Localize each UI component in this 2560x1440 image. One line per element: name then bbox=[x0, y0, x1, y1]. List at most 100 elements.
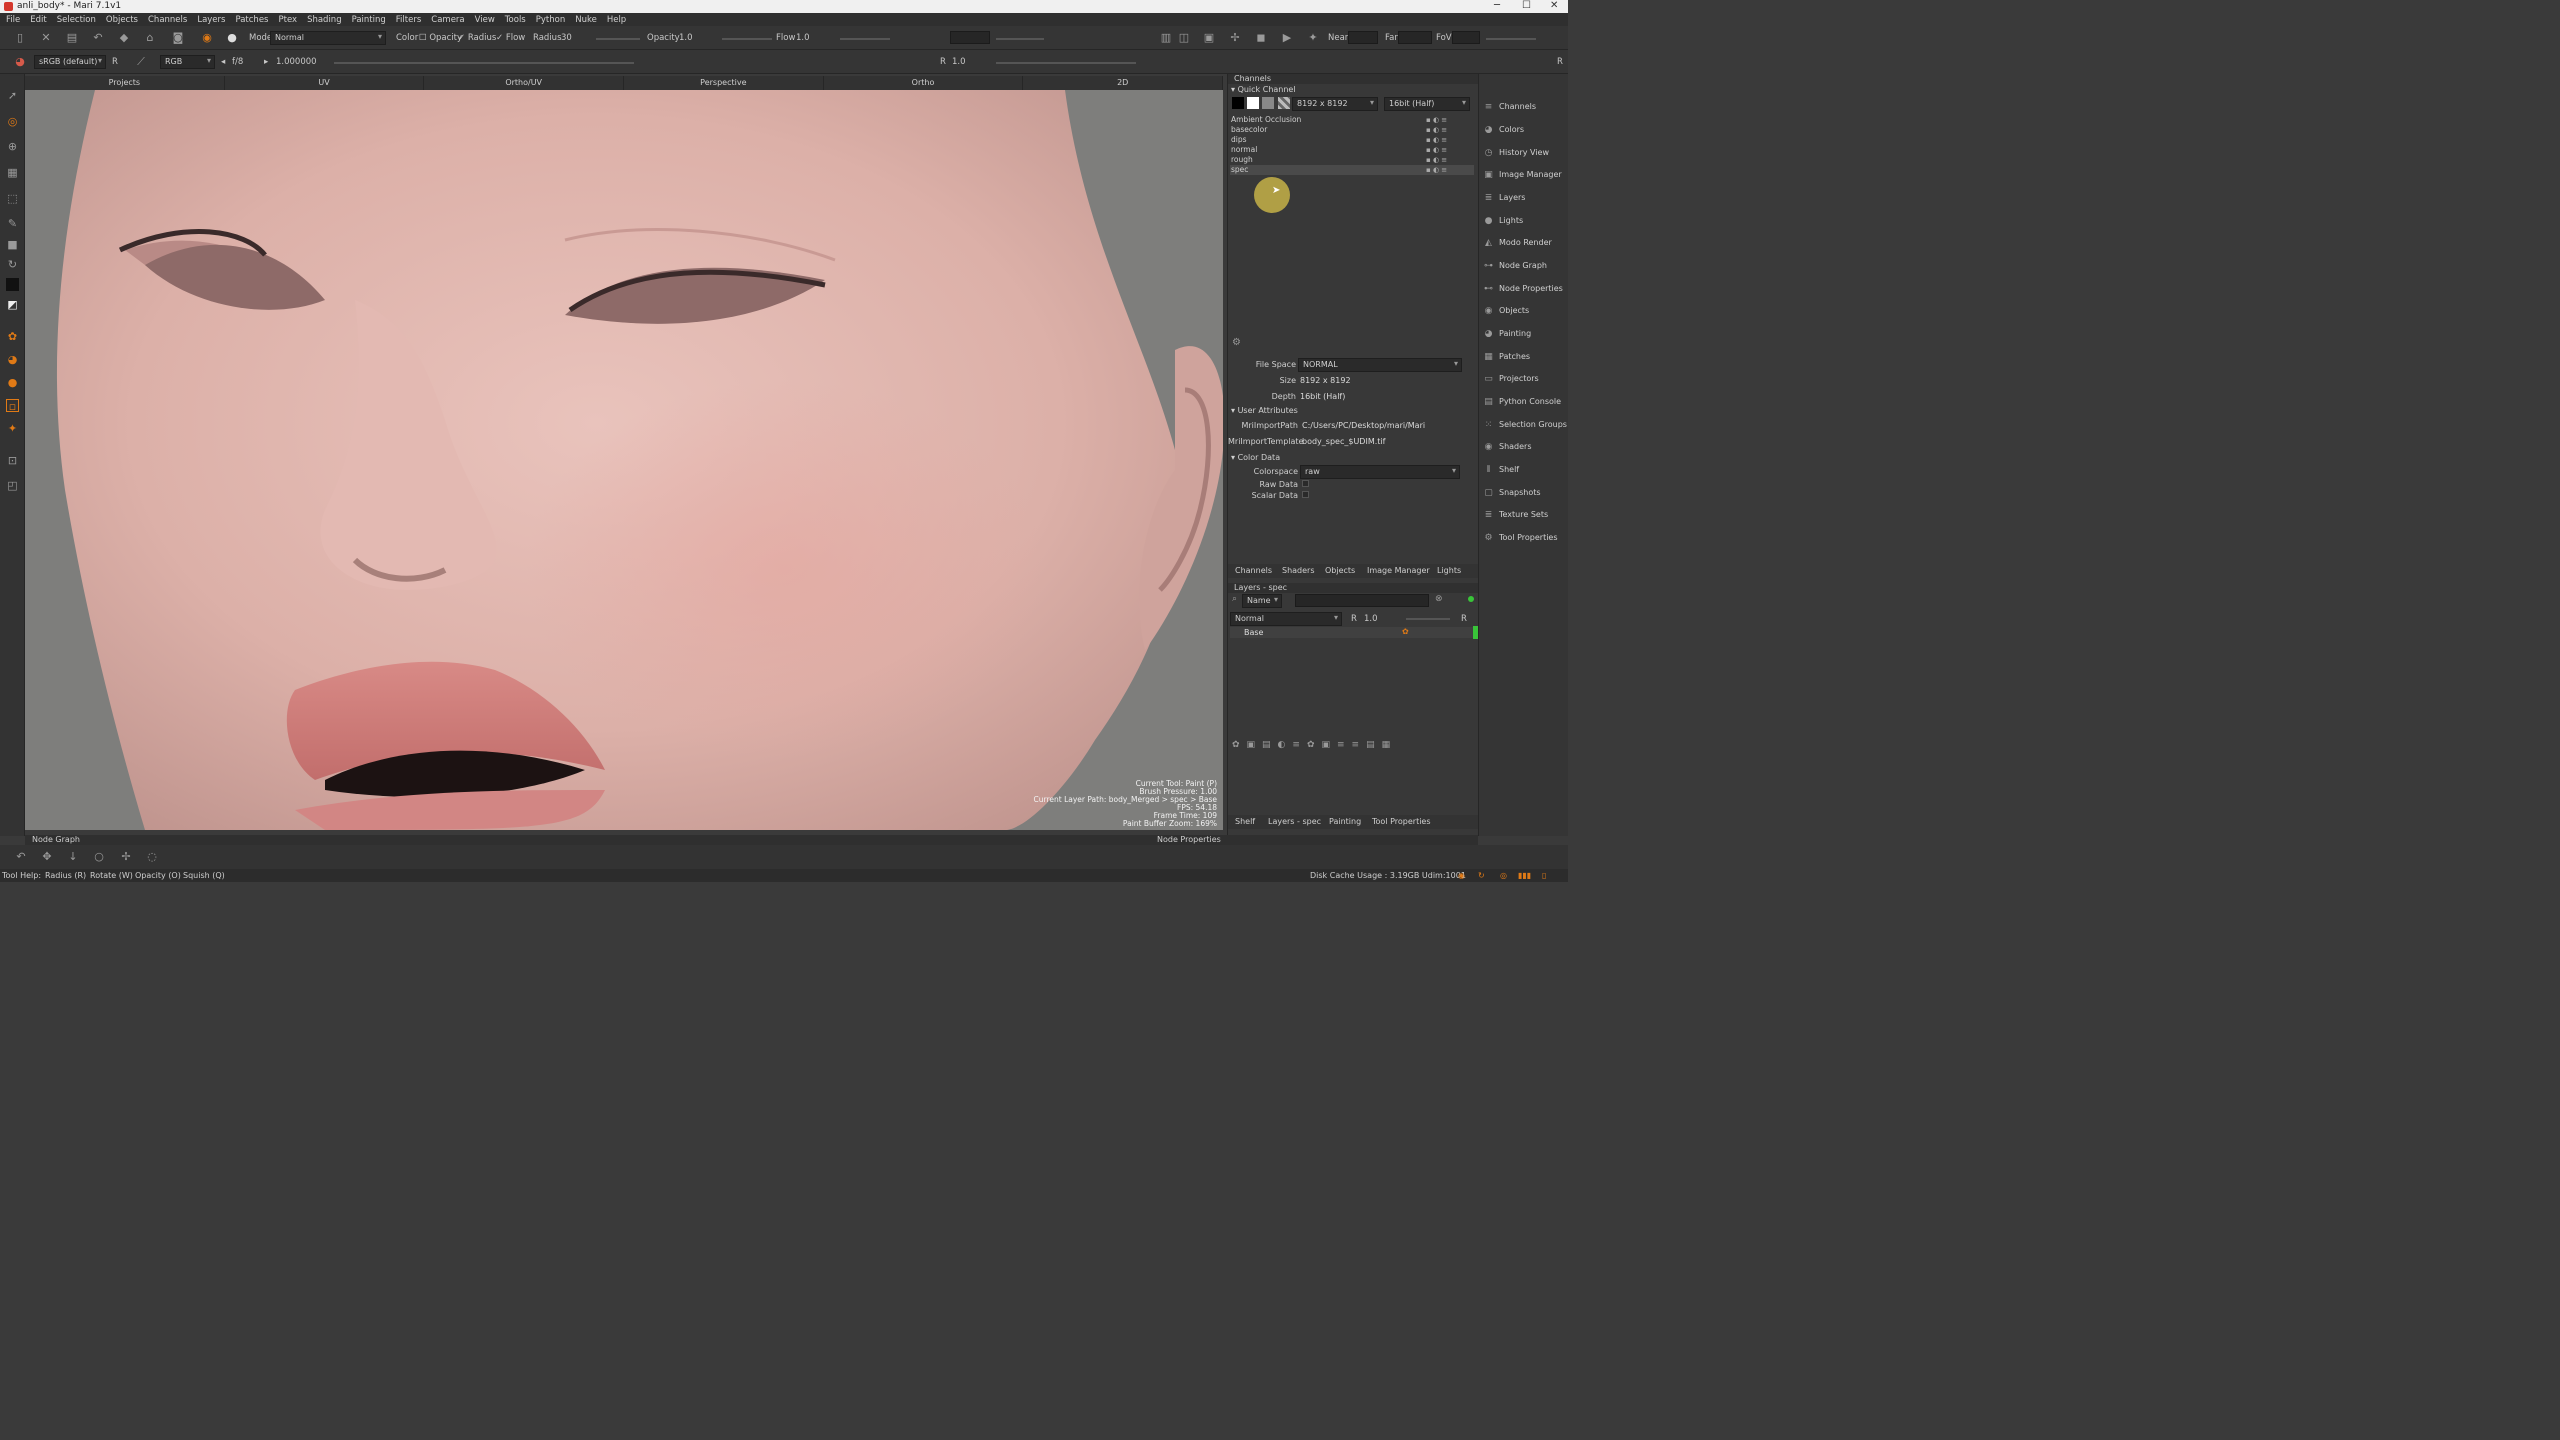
brush-tool-icon[interactable]: ✎ bbox=[6, 217, 19, 230]
select-tool-icon[interactable]: ➚ bbox=[6, 89, 19, 102]
color-manager-icon[interactable]: ◕ bbox=[14, 56, 26, 68]
menu-selection[interactable]: Selection bbox=[57, 15, 96, 25]
curve-icon[interactable]: ⟋ bbox=[135, 56, 147, 68]
tab-image-manager[interactable]: Image Manager bbox=[1367, 566, 1430, 575]
mode-dropdown[interactable]: Normal bbox=[270, 31, 386, 45]
menu-python[interactable]: Python bbox=[536, 15, 565, 25]
menu-view[interactable]: View bbox=[475, 15, 495, 25]
tab-projects[interactable]: Projects bbox=[25, 76, 225, 90]
flow-value[interactable]: 1.0 bbox=[796, 33, 810, 43]
palette-selection-groups[interactable]: ⁙ Selection Groups bbox=[1483, 417, 1567, 433]
new-project-icon[interactable]: ▯ bbox=[14, 32, 26, 44]
screenshot-icon[interactable]: ▣ bbox=[1203, 32, 1215, 44]
brush-pressure-field[interactable] bbox=[950, 31, 990, 44]
tab-ortho-uv[interactable]: Ortho/UV bbox=[424, 76, 625, 90]
fov-field[interactable] bbox=[1452, 31, 1480, 44]
palette-patches[interactable]: ▦ Patches bbox=[1483, 349, 1567, 365]
cube-icon[interactable]: ◼ bbox=[1255, 32, 1267, 44]
palette-channels[interactable]: ≡ Channels bbox=[1483, 99, 1567, 115]
layer-reset-button[interactable]: R bbox=[1461, 614, 1467, 624]
clone-tool-icon[interactable]: ✿ bbox=[6, 330, 19, 343]
split-view-icon[interactable]: ◫ bbox=[1178, 32, 1190, 44]
palette-painting[interactable]: ◕ Painting bbox=[1483, 326, 1567, 342]
quick-channel-toggle[interactable]: ▾ Quick Channel bbox=[1231, 85, 1296, 94]
dotted-circle-icon[interactable]: ◌ bbox=[146, 851, 158, 863]
properties-settings-icon[interactable]: ⚙ bbox=[1232, 337, 1241, 348]
rotate-tool-icon[interactable]: ↻ bbox=[6, 258, 19, 271]
layer-opacity-value[interactable]: 1.0 bbox=[1364, 614, 1378, 624]
palette-layers[interactable]: ≣ Layers bbox=[1483, 190, 1567, 206]
palette-colors[interactable]: ◕ Colors bbox=[1483, 122, 1567, 138]
menu-channels[interactable]: Channels bbox=[148, 15, 187, 25]
channel-visibility-icons[interactable]: ▪ ◐ ≡ ▪ ◐ ≡ ▪ ◐ ≡ ▪ ◐ ≡ ▪ ◐ ≡ ▪ ◐ ≡ bbox=[1426, 115, 1470, 175]
scalar-data-checkbox[interactable] bbox=[1302, 491, 1309, 498]
paint-through-tool-icon[interactable]: ▦ bbox=[6, 166, 19, 179]
opacity-slider[interactable] bbox=[722, 38, 772, 40]
snapshot-icon[interactable]: ◙ bbox=[172, 32, 184, 44]
menu-patches[interactable]: Patches bbox=[235, 15, 268, 25]
palette-modo-render[interactable]: ◭ Modo Render bbox=[1483, 235, 1567, 251]
menu-help[interactable]: Help bbox=[607, 15, 626, 25]
paint-through-icon[interactable]: ◆ bbox=[118, 32, 130, 44]
opacity-value[interactable]: 1.0 bbox=[679, 33, 693, 43]
colorspace-dropdown[interactable]: sRGB (default) bbox=[34, 55, 106, 69]
menu-shading[interactable]: Shading bbox=[307, 15, 342, 25]
viewport-canvas[interactable]: Current Tool: Paint (P) Brush Pressure: … bbox=[25, 90, 1223, 830]
channel-depth-dropdown[interactable]: 16bit (Half) bbox=[1384, 97, 1470, 111]
menu-tools[interactable]: Tools bbox=[505, 15, 526, 25]
layer-blend-mode-dropdown[interactable]: Normal bbox=[1230, 612, 1342, 626]
tab-shelf[interactable]: Shelf bbox=[1235, 817, 1255, 826]
white-swatch[interactable] bbox=[1247, 97, 1259, 109]
color-data-toggle[interactable]: ▾ Color Data bbox=[1231, 453, 1280, 462]
tab-painting[interactable]: Painting bbox=[1329, 817, 1361, 826]
radius-slider[interactable] bbox=[596, 38, 640, 40]
raw-data-checkbox[interactable] bbox=[1302, 480, 1309, 487]
checker-swatch[interactable] bbox=[1278, 97, 1290, 109]
palette-shelf[interactable]: ⫴ Shelf bbox=[1483, 462, 1567, 478]
tab-uv[interactable]: UV bbox=[225, 76, 425, 90]
layer-search-input[interactable] bbox=[1295, 594, 1429, 607]
display-channels-dropdown[interactable]: RGB bbox=[160, 55, 215, 69]
tab-objects[interactable]: Objects bbox=[1325, 566, 1355, 575]
menu-objects[interactable]: Objects bbox=[106, 15, 138, 25]
rotate-icon[interactable]: ○ bbox=[93, 851, 105, 863]
tab-2d[interactable]: 2D bbox=[1023, 76, 1224, 90]
menu-ptex[interactable]: Ptex bbox=[278, 15, 297, 25]
grid-icon[interactable]: ✢ bbox=[1229, 32, 1241, 44]
tab-perspective[interactable]: Perspective bbox=[624, 76, 824, 90]
node-graph-tab[interactable]: Node Graph bbox=[32, 835, 80, 845]
projection-tool-icon[interactable]: ▫ bbox=[6, 399, 19, 413]
status-sync-icon[interactable]: ↻ bbox=[1478, 869, 1485, 882]
near-field[interactable] bbox=[1348, 31, 1378, 44]
save-icon[interactable]: ▤ bbox=[66, 32, 78, 44]
menu-layers[interactable]: Layers bbox=[197, 15, 225, 25]
tab-shaders[interactable]: Shaders bbox=[1282, 566, 1315, 575]
translate-icon[interactable]: ✢ bbox=[120, 851, 132, 863]
brush-pressure-slider[interactable] bbox=[996, 38, 1044, 40]
import-template-value[interactable]: body_spec_$UDIM.tif bbox=[1302, 437, 1385, 446]
layer-paint-icon[interactable]: ✿ bbox=[1402, 627, 1409, 636]
palette-tool-properties[interactable]: ⚙ Tool Properties bbox=[1483, 530, 1567, 546]
layer-filter-dropdown[interactable]: Name bbox=[1242, 594, 1282, 608]
fstop-decrease-icon[interactable]: ◂ bbox=[221, 57, 225, 67]
layer-opacity-slider[interactable] bbox=[1406, 618, 1450, 620]
brush-dot-icon[interactable]: ● bbox=[226, 32, 238, 44]
light-icon[interactable]: ✦ bbox=[1307, 32, 1319, 44]
sparkle-tool-icon[interactable]: ✦ bbox=[6, 422, 19, 435]
undo-icon[interactable]: ↶ bbox=[15, 851, 27, 863]
search-icon[interactable]: ⌕ bbox=[1232, 594, 1237, 604]
palette-lights[interactable]: ● Lights bbox=[1483, 213, 1567, 229]
foreground-color-swatch[interactable] bbox=[6, 278, 19, 291]
smudge-tool-icon[interactable]: ◕ bbox=[6, 353, 19, 366]
transform-tool-icon[interactable]: ⊕ bbox=[6, 140, 19, 153]
colorspace-reset-button[interactable]: R bbox=[112, 57, 118, 67]
status-meter-icon[interactable]: ▮▮▮ bbox=[1518, 869, 1531, 882]
menu-camera[interactable]: Camera bbox=[431, 15, 464, 25]
gain-value[interactable]: 1.0 bbox=[952, 57, 966, 67]
flow-checkbox-label[interactable]: ✓ Flow bbox=[496, 33, 525, 43]
radius-value[interactable]: 30 bbox=[561, 33, 572, 43]
palette-python-console[interactable]: ▤ Python Console bbox=[1483, 394, 1567, 410]
palette-image-manager[interactable]: ▣ Image Manager bbox=[1483, 167, 1567, 183]
maximize-button[interactable]: ☐ bbox=[1522, 0, 1531, 11]
exposure-value[interactable]: 1.000000 bbox=[276, 57, 317, 67]
